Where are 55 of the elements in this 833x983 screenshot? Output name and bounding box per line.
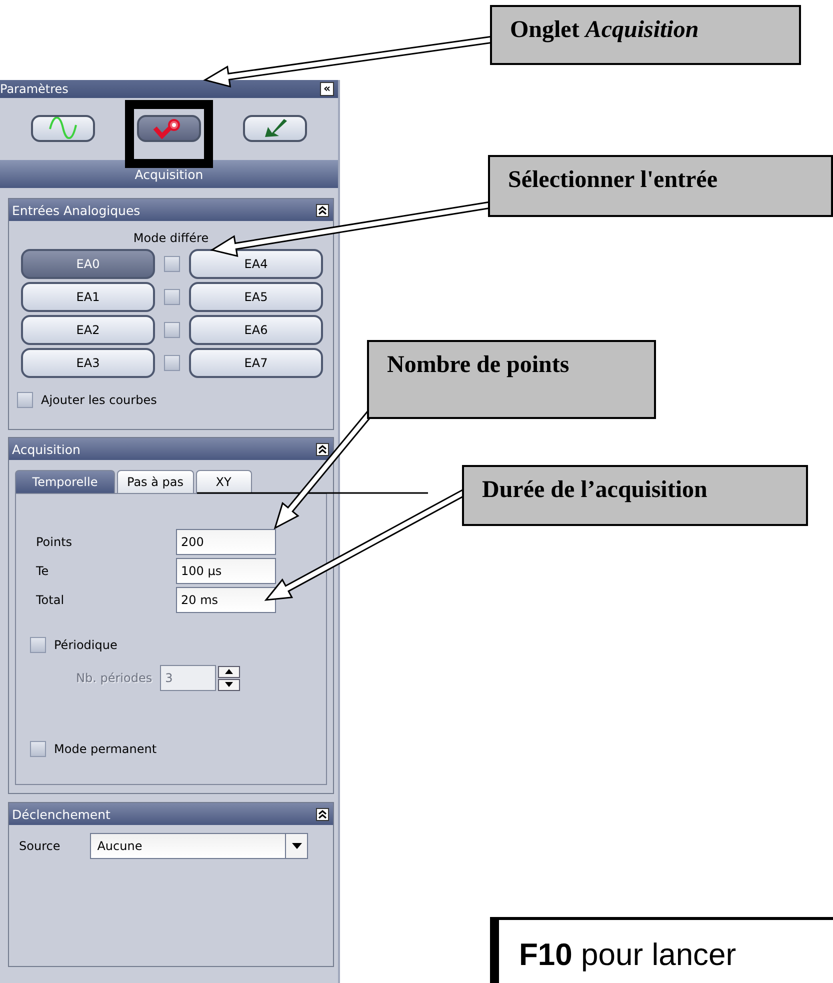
down-triangle-icon [225,682,234,687]
decrement-button[interactable] [218,678,240,690]
differential-checkbox[interactable] [164,322,180,338]
collapse-icon[interactable] [316,442,329,456]
source-dropdown[interactable]: Aucune [90,833,308,859]
up-triangle-icon [225,669,234,674]
tab[interactable]: Pas à pas [117,470,194,493]
field-label: Te [36,564,50,578]
increment-button[interactable] [218,666,240,678]
checkbox-label: Mode permanent [54,742,157,756]
callout-label: Nombre de points [367,340,656,419]
collapse-icon[interactable] [316,204,329,216]
sine-wave-icon [48,117,78,139]
field-label: Points [36,535,74,549]
mode-tab[interactable] [137,114,201,142]
field-label: Source [19,839,60,853]
mode-label: Acquisition [0,160,338,188]
section-title: Acquisition [12,442,80,456]
section-title: Déclenchement [12,806,110,822]
section-title: Entrées Analogiques [12,202,140,218]
panel-title: Paramètres [0,82,68,96]
field-label: Total [36,593,66,607]
checkbox[interactable] [30,741,46,757]
caption: Mode différe [132,231,210,247]
shortcut-note: F10 pour lancer [490,917,833,983]
down-triangle-icon [292,843,302,849]
checkbox[interactable] [30,637,46,653]
input-button[interactable]: EA6 [189,315,323,345]
checkbox[interactable] [17,392,33,408]
checkbox-label: Ajouter les courbes [41,393,157,407]
input-field[interactable]: 20 ms [176,587,276,613]
collapse-icon[interactable] [316,808,329,820]
dropdown-button[interactable] [285,834,308,858]
differential-checkbox[interactable] [164,256,180,272]
input-button[interactable]: EA4 [189,249,323,279]
input-field[interactable]: 200 [176,529,276,555]
input-button[interactable]: EA7 [189,348,323,378]
differential-checkbox[interactable] [164,289,180,305]
mode-tab[interactable] [31,114,95,142]
tab[interactable]: Temporelle [15,470,115,493]
input-button[interactable]: EA5 [189,282,323,312]
input-field[interactable]: 100 µs [176,558,276,584]
field-label: Nb. périodes [76,671,152,685]
differential-checkbox[interactable] [164,355,180,371]
callout-label: Durée de l’acquisition [462,465,808,526]
mode-tab[interactable] [243,114,307,142]
callout-label: Onglet Acquisition [490,5,801,65]
input-button[interactable]: EA2 [21,315,155,345]
checkbox-label: Périodique [54,638,118,652]
input-button[interactable]: EA1 [21,282,155,312]
callout-label: Sélectionner l'entrée [488,155,833,217]
input-button[interactable]: EA3 [21,348,155,378]
input-button[interactable]: EA0 [21,249,155,279]
collapse-panel-button[interactable]: « [320,82,334,96]
tab[interactable]: XY [196,470,252,493]
